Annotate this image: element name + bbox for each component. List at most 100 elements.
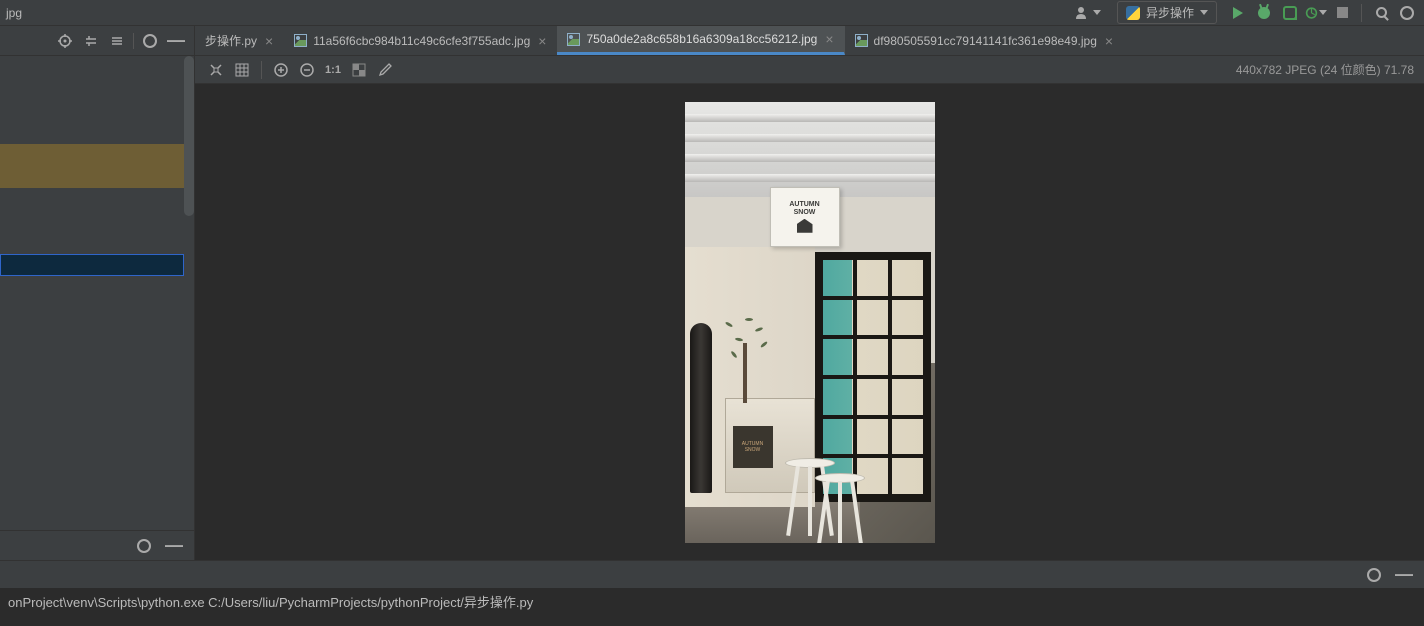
titlebar-actions: 异步操作	[1069, 1, 1418, 24]
background-button[interactable]	[348, 59, 370, 81]
tab-python-file[interactable]: 步操作.py ×	[195, 26, 284, 55]
coverage-button[interactable]	[1279, 2, 1301, 24]
tree-row-highlighted[interactable]	[0, 166, 184, 188]
profile-icon	[1305, 5, 1318, 21]
checker-icon	[352, 63, 366, 77]
image-file-icon	[855, 34, 868, 47]
photo-plant	[715, 313, 785, 403]
expand-all-button[interactable]	[81, 31, 101, 51]
tab-label: 11a56f6cbc984b11c49c6cfe3f755adc.jpg	[313, 34, 530, 48]
collapse-all-button[interactable]	[107, 31, 127, 51]
settings-button[interactable]	[1396, 2, 1418, 24]
grid-icon	[235, 63, 249, 77]
run-config-selector[interactable]: 异步操作	[1117, 1, 1217, 24]
tab-image-2[interactable]: 750a0de2a8c658b16a6309a18cc56212.jpg ×	[557, 26, 844, 55]
locate-button[interactable]	[55, 31, 75, 51]
image-toolbar-left: 1:1	[205, 59, 396, 81]
photo-stool	[785, 458, 835, 468]
close-icon[interactable]: ×	[1105, 33, 1113, 49]
editor-area: 步操作.py × 11a56f6cbc984b11c49c6cfe3f755ad…	[195, 26, 1424, 560]
zoom-in-icon	[273, 62, 289, 78]
gear-icon	[1367, 568, 1381, 582]
photo-stool	[815, 473, 865, 483]
gear-icon	[143, 34, 157, 48]
image-file-icon	[567, 33, 580, 46]
image-canvas[interactable]: AUTUMN SNOW AUTUMN SNOW	[195, 84, 1424, 560]
console-toolbar: —	[0, 560, 1424, 588]
zoom-in-button[interactable]	[270, 59, 292, 81]
zoom-out-button[interactable]	[296, 59, 318, 81]
run-button[interactable]	[1227, 2, 1249, 24]
tree-row[interactable]	[0, 188, 194, 210]
sign-text-1: AUTUMN	[789, 201, 819, 209]
collapse-icon	[110, 34, 124, 48]
photo-hanging-sign: AUTUMN SNOW	[770, 187, 840, 247]
close-icon[interactable]: ×	[265, 33, 273, 49]
console-line: onProject\venv\Scripts\python.exe C:/Use…	[8, 592, 1416, 611]
stop-button[interactable]	[1331, 2, 1353, 24]
console-settings-button[interactable]	[1364, 565, 1384, 585]
user-menu-button[interactable]	[1069, 4, 1107, 22]
chevron-down-icon	[1319, 10, 1327, 15]
tab-label: 750a0de2a8c658b16a6309a18cc56212.jpg	[586, 32, 817, 46]
image-info-label: 440x782 JPEG (24 位颜色) 71.78	[1236, 61, 1414, 78]
debug-button[interactable]	[1253, 2, 1275, 24]
structure-settings-button[interactable]	[134, 536, 154, 556]
expand-icon	[84, 34, 98, 48]
sidebar-tree[interactable]	[0, 56, 194, 530]
main-content: — — 步操作.py × 11a	[0, 26, 1424, 560]
user-icon	[1075, 6, 1091, 20]
fit-to-window-button[interactable]	[205, 59, 227, 81]
hide-sidebar-button[interactable]: —	[166, 31, 186, 51]
scrollbar[interactable]	[184, 56, 194, 216]
actual-size-button[interactable]: 1:1	[322, 59, 344, 81]
console-output[interactable]: onProject\venv\Scripts\python.exe C:/Use…	[0, 588, 1424, 626]
tab-label: 步操作.py	[205, 32, 257, 49]
tree-row-highlighted[interactable]	[0, 144, 184, 166]
sidebar-settings-button[interactable]	[140, 31, 160, 51]
photo-counter-sign: AUTUMN SNOW	[733, 426, 773, 468]
run-config-label: 异步操作	[1146, 4, 1194, 21]
grid-button[interactable]	[231, 59, 253, 81]
tree-row-selected[interactable]	[0, 254, 184, 276]
color-picker-button[interactable]	[374, 59, 396, 81]
search-icon	[1376, 7, 1387, 18]
sidebar: — —	[0, 26, 195, 560]
hide-console-button[interactable]: —	[1394, 565, 1414, 585]
tree-row[interactable]	[0, 56, 194, 78]
zoom-out-icon	[299, 62, 315, 78]
sidebar-toolbar: —	[0, 26, 194, 56]
python-icon	[1126, 6, 1140, 20]
titlebar: jpg 异步操作	[0, 0, 1424, 26]
tab-label: df980505591cc79141141fc361e98e49.jpg	[874, 34, 1097, 48]
ceiling-beam	[685, 174, 935, 182]
divider	[261, 61, 262, 79]
ceiling-beam	[685, 134, 935, 142]
ceiling-beam	[685, 114, 935, 122]
close-icon[interactable]: ×	[538, 33, 546, 49]
gear-icon	[137, 539, 151, 553]
tree-row[interactable]	[0, 100, 194, 122]
tree-row[interactable]	[0, 210, 194, 232]
tab-image-1[interactable]: 11a56f6cbc984b11c49c6cfe3f755adc.jpg ×	[284, 26, 557, 55]
photo-umbrella	[690, 323, 712, 493]
profile-button[interactable]	[1305, 2, 1327, 24]
image-viewer-toolbar: 1:1 440x782 JPEG (24 位颜色) 71.78	[195, 56, 1424, 84]
chevron-down-icon	[1093, 10, 1101, 15]
eyedropper-icon	[378, 63, 392, 77]
play-icon	[1233, 7, 1243, 19]
target-icon	[58, 34, 72, 48]
divider	[1361, 4, 1362, 22]
photo-ceiling	[685, 102, 935, 197]
tree-row[interactable]	[0, 78, 194, 100]
search-everywhere-button[interactable]	[1370, 2, 1392, 24]
fit-icon	[209, 63, 223, 77]
title-filename: jpg	[6, 6, 22, 20]
hide-structure-button[interactable]: —	[164, 536, 184, 556]
close-icon[interactable]: ×	[825, 31, 833, 47]
tree-row[interactable]	[0, 122, 194, 144]
bug-icon	[1258, 7, 1270, 19]
tab-image-3[interactable]: df980505591cc79141141fc361e98e49.jpg ×	[845, 26, 1125, 55]
image-file-icon	[294, 34, 307, 47]
tree-row[interactable]	[0, 232, 194, 254]
